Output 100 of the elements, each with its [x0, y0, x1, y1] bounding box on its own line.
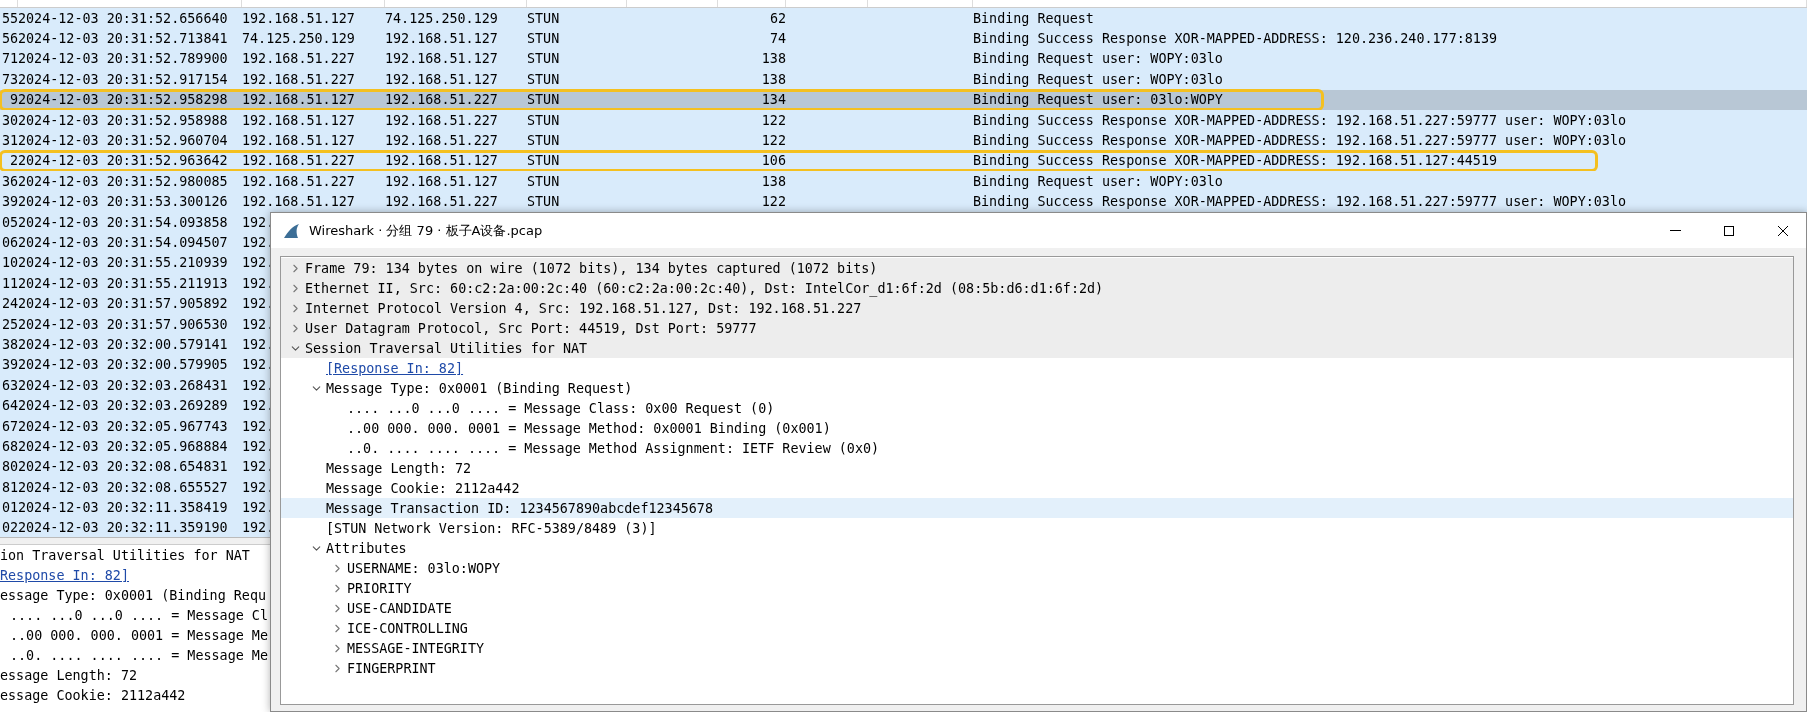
- tree-field-text: ..00 000. 000. 0001 = Message Me: [10, 627, 268, 643]
- source-cell: 192.168.51.227: [242, 71, 355, 87]
- packet-number: 80: [1, 459, 18, 475]
- protocol-cell: STUN: [527, 112, 560, 128]
- length-cell: 122: [761, 133, 786, 149]
- protocol-cell: STUN: [527, 31, 560, 47]
- tree-field-text: Attributes: [326, 540, 407, 556]
- time-cell: 2024-12-03 20:31:55.210939: [18, 255, 228, 271]
- maximize-icon: [1723, 224, 1735, 237]
- time-cell: 2024-12-03 20:31:52.917154: [18, 71, 228, 87]
- length-cell: 138: [761, 71, 786, 87]
- packet-number: 73: [1, 71, 18, 87]
- source-cell: 192.168.51.127: [242, 194, 355, 210]
- source-cell: 192.: [242, 459, 275, 475]
- packet-number: 01: [1, 500, 18, 516]
- tree-field-text: Message Type: 0x0001 (Binding Request): [326, 380, 633, 396]
- packet-number: 30: [1, 112, 18, 128]
- info-cell: Binding Request user: WOPY:03lo: [973, 51, 1223, 67]
- info-cell: Binding Success Response XOR-MAPPED-ADDRESS: 192.168.51.227:59777 user: WOPY:03lo: [973, 112, 1626, 128]
- length-cell: 122: [761, 112, 786, 128]
- tree-field-text: USE-CANDIDATE: [347, 600, 452, 616]
- length-cell: 138: [761, 51, 786, 67]
- time-cell: 2024-12-03 20:31:54.093858: [18, 214, 228, 230]
- destination-cell: 192.168.51.227: [385, 112, 498, 128]
- packet-number: 39: [1, 357, 18, 373]
- tree-field-text: Ethernet II, Src: 60:c2:2a:00:2c:40 (60:c2:2a:00:2c:40), Dst: IntelCor_d1:6f:2d (08:5b:d6:d1:6f:2d): [305, 280, 1104, 296]
- time-cell: 2024-12-03 20:31:57.905892: [18, 296, 228, 312]
- time-cell: 2024-12-03 20:32:11.358419: [18, 500, 228, 516]
- length-cell: 134: [761, 92, 786, 108]
- length-cell: 122: [761, 194, 786, 210]
- protocol-cell: STUN: [527, 92, 560, 108]
- tree-field-text: Frame 79: 134 bytes on wire (1072 bits), 134 bytes captured (1072 bits): [305, 260, 878, 276]
- packet-number: 06: [1, 235, 18, 250]
- destination-cell: 192.168.51.127: [385, 71, 498, 87]
- tree-field-text: User Datagram Protocol, Src Port: 44519, Dst Port: 59777: [305, 320, 757, 336]
- info-cell: Binding Success Response XOR-MAPPED-ADDRESS: 192.168.51.127:44519: [973, 153, 1498, 169]
- time-cell: 2024-12-03 20:32:05.967743: [18, 418, 228, 434]
- packet-number: 2: [9, 153, 18, 169]
- time-cell: 2024-12-03 20:31:55.211913: [18, 275, 228, 291]
- packet-number: 36: [1, 173, 18, 189]
- destination-cell: 192.168.51.127: [385, 153, 498, 169]
- packet-number: 25: [1, 316, 18, 332]
- time-cell: 2024-12-03 20:32:05.968884: [18, 438, 228, 454]
- info-cell: Binding Request user: WOPY:03lo: [973, 173, 1223, 189]
- protocol-cell: STUN: [527, 194, 560, 210]
- info-cell: Binding Request user: WOPY:03lo: [973, 71, 1223, 87]
- tree-field-text: .... ...0 ...0 .... = Message Class: 0x00 Request (0): [347, 400, 775, 416]
- tree-field-text: ..0. .... .... .... = Message Method Assignment: IETF Review (0x0): [347, 440, 880, 456]
- time-cell: 2024-12-03 20:31:52.958988: [18, 112, 228, 128]
- minimize-icon: [1669, 230, 1681, 231]
- tree-field-text: Message Length: 72: [326, 460, 472, 476]
- response-link[interactable]: Response In: 82]: [0, 567, 129, 583]
- tree-field-text: USERNAME: 03lo:WOPY: [347, 560, 501, 576]
- protocol-cell: STUN: [527, 71, 560, 87]
- packet-number: 38: [1, 336, 18, 352]
- source-cell: 192.: [242, 214, 275, 230]
- source-cell: 192.168.51.227: [242, 51, 355, 67]
- packet-number: 9: [9, 92, 18, 108]
- tree-field-text: Internet Protocol Version 4, Src: 192.168.51.127, Dst: 192.168.51.227: [305, 300, 862, 316]
- selected-tree-row[interactable]: Message Transaction ID: 1234567890abcdef12345678: [281, 498, 1793, 518]
- packet-number: 67: [1, 418, 18, 434]
- response-link[interactable]: [Response In: 82]: [326, 360, 464, 376]
- packet-number: 56: [1, 31, 18, 47]
- destination-cell: 192.168.51.127: [385, 31, 498, 47]
- packet-number: 71: [1, 51, 18, 67]
- protocol-cell: STUN: [527, 133, 560, 149]
- close-icon: [1777, 224, 1789, 237]
- source-cell: 192.: [242, 398, 275, 414]
- info-cell: Binding Request: [973, 10, 1094, 26]
- time-cell: 2024-12-03 20:32:00.579141: [18, 336, 228, 352]
- source-cell: 192.: [242, 275, 275, 291]
- source-cell: 192.168.51.127: [242, 10, 355, 26]
- time-cell: 2024-12-03 20:31:57.906530: [18, 316, 228, 332]
- time-cell: 2024-12-03 20:31:52.960704: [18, 133, 228, 149]
- time-cell: 2024-12-03 20:31:52.713841: [18, 31, 228, 47]
- packet-number: 39: [1, 194, 18, 210]
- time-cell: 2024-12-03 20:32:11.359190: [18, 520, 228, 536]
- source-cell: 192.: [242, 418, 275, 434]
- tree-field-text: Session Traversal Utilities for NAT: [305, 340, 588, 356]
- source-cell: 192.: [242, 377, 275, 393]
- tree-field-text: MESSAGE-INTEGRITY: [347, 640, 485, 656]
- source-cell: 192.: [242, 255, 275, 271]
- tree-field-text: Message Cookie: 2112a442: [326, 480, 520, 496]
- tree-field-text: ICE-CONTROLLING: [347, 620, 468, 636]
- info-cell: Binding Success Response XOR-MAPPED-ADDRESS: 120.236.240.177:8139: [973, 31, 1498, 47]
- time-cell: 2024-12-03 20:32:08.654831: [18, 459, 228, 475]
- packet-number: 63: [1, 377, 18, 393]
- tree-field-text: FINGERPRINT: [347, 660, 436, 676]
- packet-row[interactable]: 92024-12-03 20:31:52.958298 192.168.51.127 192.168.51.227 STUN 134 Binding Request user: 03lo:WOPY: [0, 89, 1807, 110]
- time-cell: 2024-12-03 20:31:54.094507: [18, 235, 228, 250]
- tree-field-text: ..0. .... .... .... = Message Me: [10, 647, 268, 663]
- length-cell: 62: [769, 10, 786, 26]
- packet-number: 68: [1, 438, 18, 454]
- info-cell: Binding Success Response XOR-MAPPED-ADDRESS: 192.168.51.227:59777 user: WOPY:03lo: [973, 194, 1626, 210]
- tree-field-text: Message Transaction ID: 1234567890abcdef12345678: [326, 500, 713, 516]
- destination-cell: 192.168.51.227: [385, 133, 498, 149]
- packet-number: 81: [1, 479, 18, 495]
- info-cell: Binding Success Response XOR-MAPPED-ADDRESS: 192.168.51.227:59777 user: WOPY:03lo: [973, 133, 1626, 149]
- length-cell: 138: [761, 173, 786, 189]
- protocol-cell: STUN: [527, 173, 560, 189]
